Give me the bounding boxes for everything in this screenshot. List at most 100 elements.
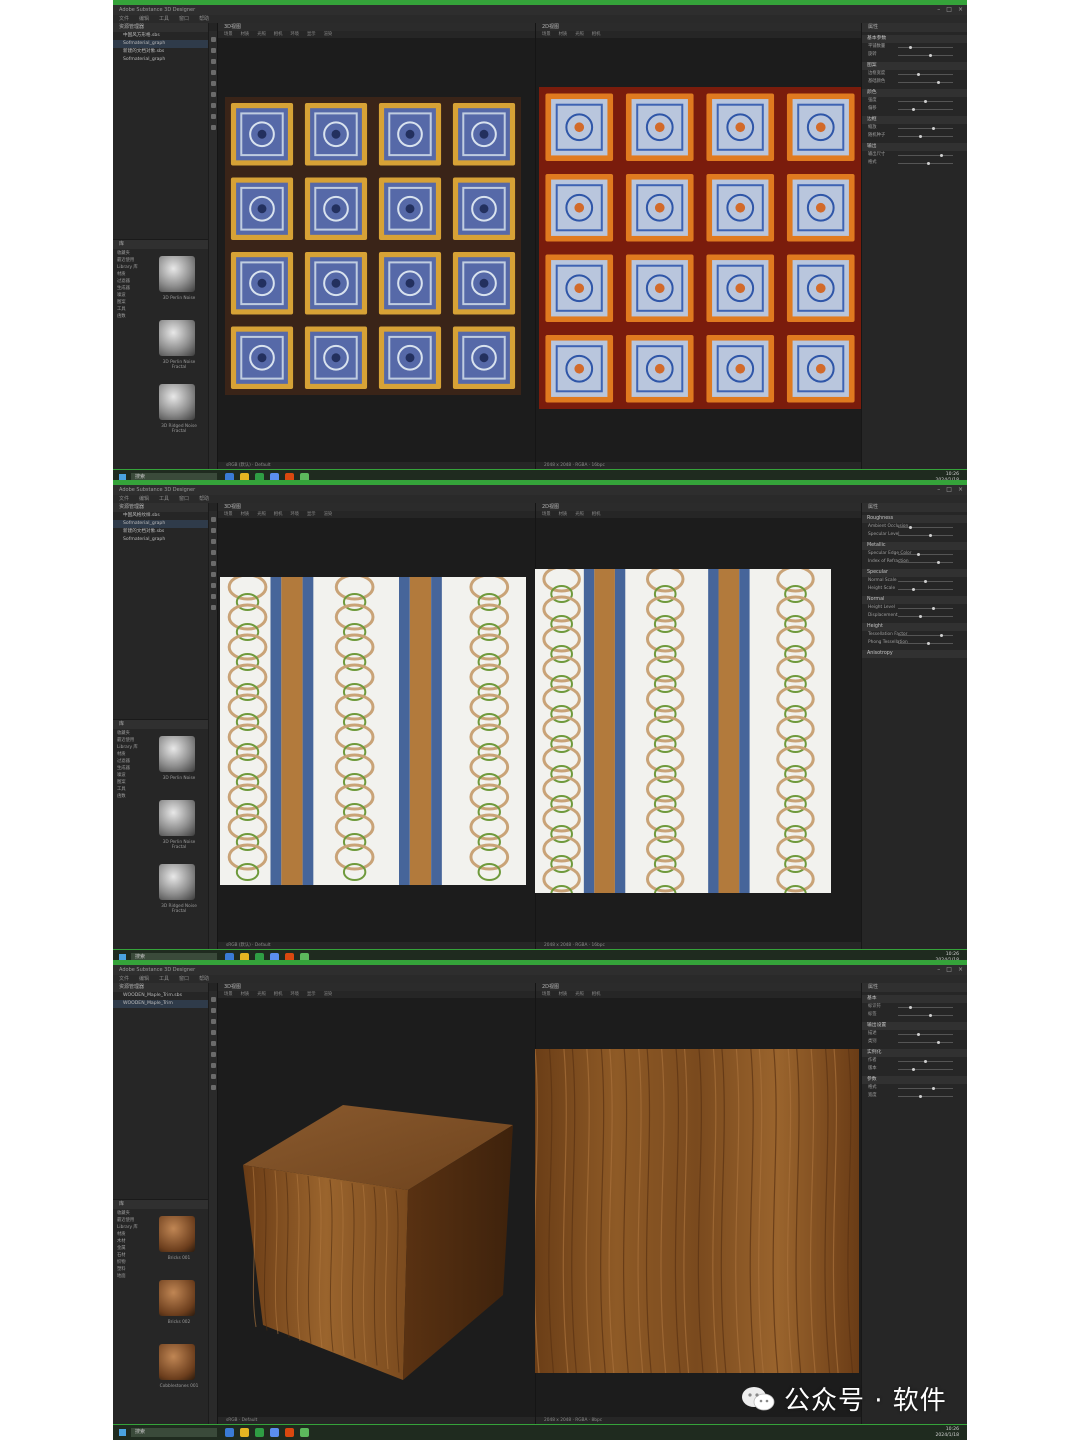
menu-item[interactable]: 窗口 xyxy=(179,15,189,23)
viewport-menu-item[interactable]: 材质 xyxy=(559,511,568,518)
taskbar-app-icon[interactable] xyxy=(285,1428,294,1437)
menu-item[interactable]: 工具 xyxy=(159,975,169,983)
tool-icon[interactable] xyxy=(210,561,216,566)
slider-handle[interactable] xyxy=(909,526,912,529)
tool-icon[interactable] xyxy=(210,594,216,599)
slider-handle[interactable] xyxy=(924,580,928,583)
library-tree-item[interactable]: 收藏夹 xyxy=(117,730,151,737)
library-tree-item[interactable]: 过滤器 xyxy=(117,758,151,765)
library-tree-item[interactable]: 最近使用 xyxy=(117,737,151,744)
slider-handle[interactable] xyxy=(911,108,915,111)
slider-handle[interactable] xyxy=(919,135,923,138)
close-icon[interactable]: × xyxy=(958,6,963,14)
tool-icon[interactable] xyxy=(210,517,216,522)
slider-handle[interactable] xyxy=(924,100,928,103)
property-slider[interactable] xyxy=(898,1060,953,1063)
close-icon[interactable]: × xyxy=(958,486,963,494)
tool-icon[interactable] xyxy=(210,1030,216,1035)
viewport-menu-item[interactable]: 场景 xyxy=(224,31,233,38)
tool-icon[interactable] xyxy=(210,528,216,533)
taskbar-search[interactable]: 搜索 xyxy=(131,1428,217,1437)
library-tree-item[interactable]: 函数 xyxy=(117,313,151,320)
property-slider[interactable] xyxy=(898,580,953,583)
slider-handle[interactable] xyxy=(919,1095,923,1098)
slider-handle[interactable] xyxy=(929,534,933,537)
library-tree-item[interactable]: 最近使用 xyxy=(117,1217,151,1224)
library-tree-item[interactable]: 噪波 xyxy=(117,772,151,779)
slider-handle[interactable] xyxy=(927,642,931,645)
library-tree-item[interactable]: 生成器 xyxy=(117,765,151,772)
tool-icon[interactable] xyxy=(210,59,216,64)
slider-handle[interactable] xyxy=(909,46,912,49)
viewport-menu-item[interactable]: 光照 xyxy=(575,511,584,518)
library-tree-item[interactable]: 地面 xyxy=(117,1273,151,1280)
tool-icon[interactable] xyxy=(210,997,216,1002)
property-section[interactable]: 实例化 xyxy=(862,1049,967,1057)
library-tree-item[interactable]: 工具 xyxy=(117,786,151,793)
menu-item[interactable]: 窗口 xyxy=(179,975,189,983)
viewport-menu-item[interactable]: 相机 xyxy=(274,991,283,998)
library-tree-item[interactable]: 函数 xyxy=(117,793,151,800)
library-thumbnail[interactable] xyxy=(159,256,195,292)
property-section[interactable]: Normal xyxy=(862,596,967,604)
property-slider[interactable] xyxy=(898,127,953,130)
slider-handle[interactable] xyxy=(916,1033,920,1036)
viewport-menu-item[interactable]: 光照 xyxy=(575,31,584,38)
tool-icon[interactable] xyxy=(210,572,216,577)
slider-handle[interactable] xyxy=(937,561,941,564)
slider-handle[interactable] xyxy=(937,1041,941,1044)
explorer-item[interactable]: 新建的文档对象.sbs xyxy=(113,48,208,56)
menu-item[interactable]: 帮助 xyxy=(199,975,209,983)
explorer-item[interactable]: Sofmaterial_graph xyxy=(113,40,208,48)
property-slider[interactable] xyxy=(898,607,953,610)
property-slider[interactable] xyxy=(898,1068,953,1071)
library-tree-item[interactable]: 生成器 xyxy=(117,285,151,292)
tool-icon[interactable] xyxy=(210,1074,216,1079)
viewport-menu-item[interactable]: 场景 xyxy=(224,511,233,518)
menu-item[interactable]: 工具 xyxy=(159,495,169,503)
viewport-menu-item[interactable]: 场景 xyxy=(542,31,551,38)
library-tree-item[interactable]: Library 库 xyxy=(117,264,151,271)
tool-icon[interactable] xyxy=(210,37,216,42)
viewport-menu-item[interactable]: 材质 xyxy=(241,991,250,998)
viewport-menu-item[interactable]: 材质 xyxy=(241,31,250,38)
tool-icon[interactable] xyxy=(210,1019,216,1024)
explorer-item[interactable]: 中国风格纹样.sbs xyxy=(113,512,208,520)
property-section[interactable]: 基本参数 xyxy=(862,35,967,43)
menu-item[interactable]: 文件 xyxy=(119,495,129,503)
library-thumbnail[interactable] xyxy=(159,1344,195,1380)
property-slider[interactable] xyxy=(898,553,953,556)
minimize-icon[interactable]: – xyxy=(937,966,940,974)
taskbar-app-icon[interactable] xyxy=(270,1428,279,1437)
property-slider[interactable] xyxy=(898,100,953,103)
tool-icon[interactable] xyxy=(210,539,216,544)
slider-handle[interactable] xyxy=(909,1006,912,1009)
slider-handle[interactable] xyxy=(919,615,923,618)
slider-handle[interactable] xyxy=(939,154,943,157)
library-tree-item[interactable]: Library 库 xyxy=(117,1224,151,1231)
menu-item[interactable]: 帮助 xyxy=(199,15,209,23)
property-slider[interactable] xyxy=(898,1041,953,1044)
viewport-menu-item[interactable]: 环境 xyxy=(290,31,299,38)
library-tree-item[interactable]: 材质 xyxy=(117,751,151,758)
property-section[interactable]: 颜色 xyxy=(862,89,967,97)
property-section[interactable]: Specular xyxy=(862,569,967,577)
viewport-menu-item[interactable]: 渲染 xyxy=(324,991,333,998)
tool-icon[interactable] xyxy=(210,103,216,108)
property-slider[interactable] xyxy=(898,135,953,138)
property-slider[interactable] xyxy=(898,642,953,645)
tool-icon[interactable] xyxy=(210,114,216,119)
viewport-menu-item[interactable]: 相机 xyxy=(274,511,283,518)
viewport-menu-item[interactable]: 环境 xyxy=(290,991,299,998)
viewport-menu-item[interactable]: 材质 xyxy=(241,511,250,518)
explorer-item[interactable]: 中国风方形格.sbs xyxy=(113,32,208,40)
property-section[interactable]: 参数 xyxy=(862,1076,967,1084)
property-section[interactable]: 边框 xyxy=(862,116,967,124)
property-slider[interactable] xyxy=(898,526,953,529)
viewport-menu-item[interactable]: 场景 xyxy=(224,991,233,998)
viewport-menu-item[interactable]: 显示 xyxy=(307,991,316,998)
library-tree-item[interactable]: 石材 xyxy=(117,1252,151,1259)
slider-handle[interactable] xyxy=(929,54,933,57)
explorer-item[interactable]: Sofmaterial_graph xyxy=(113,56,208,64)
tool-icon[interactable] xyxy=(210,605,216,610)
